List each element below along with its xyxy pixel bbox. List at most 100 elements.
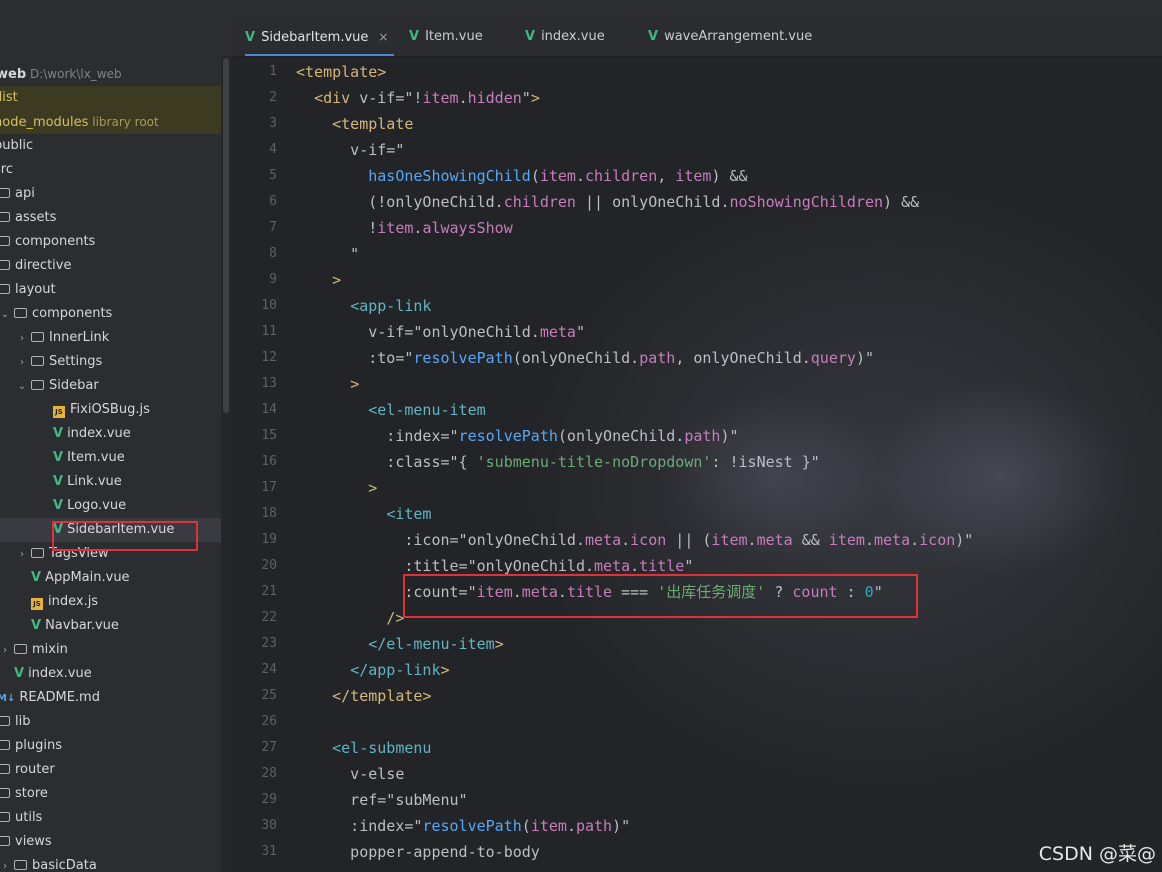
tree-item[interactable]: Vindex.vue — [0, 422, 221, 446]
js-file-icon: JS — [53, 406, 65, 418]
tree-item[interactable]: V Link.vue — [0, 470, 221, 494]
tree-item[interactable]: lib — [0, 710, 221, 734]
tab-sidebaritem[interactable]: V SidebarItem.vue × — [245, 16, 395, 56]
folder-icon — [0, 836, 10, 846]
tree-item[interactable]: M↓ README.md — [0, 686, 221, 710]
code-line[interactable]: > — [296, 475, 377, 501]
tree-item[interactable]: src — [0, 158, 221, 182]
tree-item[interactable]: assets — [0, 206, 221, 230]
code-line[interactable]: hasOneShowingChild(item.children, item) … — [296, 163, 747, 189]
tree-item-label: Settings — [49, 354, 103, 369]
line-number: 8 — [269, 246, 277, 261]
tree-item[interactable]: layout — [0, 278, 221, 302]
code-line[interactable]: <app-link — [296, 293, 431, 319]
tree-item[interactable]: dist — [0, 86, 221, 110]
tab-wavearrangement[interactable]: VwaveArrangement.vue — [648, 16, 812, 56]
code-line[interactable]: popper-append-to-body — [296, 839, 540, 865]
code-line[interactable]: <div v-if="!item.hidden"> — [296, 85, 540, 111]
tree-item-label: src — [0, 162, 13, 177]
tree-item[interactable]: web D:\work\lx_web — [0, 62, 221, 86]
chevron-right-icon[interactable]: › — [16, 327, 28, 351]
tree-item[interactable]: V Item.vue — [0, 446, 221, 470]
tab-index[interactable]: Vindex.vue — [525, 16, 605, 56]
line-number: 22 — [261, 610, 277, 625]
tree-item[interactable]: plugins — [0, 734, 221, 758]
tab-item[interactable]: V Item.vue — [409, 16, 483, 56]
code-line[interactable]: </template> — [296, 683, 431, 709]
tree-item-label: directive — [15, 258, 72, 273]
tree-item[interactable]: Vindex.vue — [0, 662, 221, 686]
tree-item[interactable]: ⌄ Sidebar — [0, 374, 221, 398]
tree-item-label: router — [15, 762, 55, 777]
tree-item[interactable]: views — [0, 830, 221, 854]
code-line[interactable]: :to="resolvePath(onlyOneChild.path, only… — [296, 345, 874, 371]
code-line[interactable]: !item.alwaysShow — [296, 215, 513, 241]
code-line[interactable]: </el-menu-item> — [296, 631, 503, 657]
tree-item[interactable]: store — [0, 782, 221, 806]
tree-item[interactable]: router — [0, 758, 221, 782]
tree-item-hint: library root — [88, 115, 159, 129]
code-line[interactable]: > — [296, 371, 359, 397]
tree-item[interactable]: components — [0, 230, 221, 254]
code-line[interactable]: <template — [296, 111, 413, 137]
tree-item[interactable]: JS index.js — [0, 590, 221, 614]
tree-item[interactable]: directive — [0, 254, 221, 278]
code-editor[interactable]: 1 2 3 4 5 6 7 8 9 10 11 12 13 14 15 16 17 18 19 20 21 22 23 24 2… — [233, 57, 1162, 872]
tree-item[interactable]: ⌄ components — [0, 302, 221, 326]
tab-label: Item.vue — [425, 29, 483, 44]
chevron-right-icon[interactable]: › — [0, 855, 11, 872]
line-number: 31 — [261, 844, 277, 859]
code-line[interactable]: </app-link> — [296, 657, 449, 683]
tree-item[interactable]: › InnerLink — [0, 326, 221, 350]
tree-item-hint: D:\work\lx_web — [26, 67, 122, 81]
code-line[interactable]: <template> — [296, 59, 386, 85]
folder-icon — [14, 860, 27, 870]
code-line[interactable]: <item — [296, 501, 431, 527]
vue-file-icon: V — [31, 570, 42, 585]
watermark: CSDN @菜@ — [1038, 843, 1156, 865]
tree-item-label: index.vue — [28, 666, 92, 681]
code-line[interactable]: v-if=" — [296, 137, 404, 163]
tree-item[interactable]: V AppMain.vue — [0, 566, 221, 590]
tree-item[interactable]: utils — [0, 806, 221, 830]
tree-item[interactable]: api — [0, 182, 221, 206]
tree-item-label: InnerLink — [49, 330, 110, 345]
line-number: 1 — [269, 64, 277, 79]
code-line[interactable]: (!onlyOneChild.children || onlyOneChild.… — [296, 189, 919, 215]
chevron-down-icon[interactable]: ⌄ — [16, 375, 28, 399]
code-line[interactable]: :index="resolvePath(item.path)" — [296, 813, 630, 839]
code-line[interactable]: /> — [296, 605, 404, 631]
chevron-right-icon[interactable]: › — [16, 351, 28, 375]
code-line[interactable]: v-if="onlyOneChild.meta" — [296, 319, 585, 345]
tree-item[interactable]: V Logo.vue — [0, 494, 221, 518]
close-icon[interactable]: × — [378, 30, 388, 44]
tree-item[interactable]: node_modules library root — [0, 110, 221, 134]
tree-item[interactable]: › Settings — [0, 350, 221, 374]
tree-item[interactable]: V Navbar.vue — [0, 614, 221, 638]
code-line[interactable]: v-else — [296, 761, 404, 787]
code-line[interactable]: :icon="onlyOneChild.meta.icon || (item.m… — [296, 527, 973, 553]
folder-icon — [31, 548, 44, 558]
code-line[interactable]: ref="subMenu" — [296, 787, 467, 813]
vue-file-icon: V — [648, 29, 659, 44]
code-line[interactable]: <el-menu-item — [296, 397, 485, 423]
chevron-right-icon[interactable]: › — [0, 639, 11, 663]
tree-item-label: utils — [15, 810, 43, 825]
code-line[interactable]: " — [296, 241, 359, 267]
line-number: 9 — [269, 272, 277, 287]
code-line[interactable]: > — [296, 267, 341, 293]
tree-item[interactable]: public — [0, 134, 221, 158]
code-line[interactable]: <el-submenu — [296, 735, 431, 761]
chevron-down-icon[interactable]: ⌄ — [0, 303, 11, 327]
tree-item[interactable]: › mixin — [0, 638, 221, 662]
code-line[interactable]: :class="{ 'submenu-title-noDropdown': !i… — [296, 449, 820, 475]
tree-item[interactable]: JS FixiOSBug.js — [0, 398, 221, 422]
tree-scrollbar[interactable] — [223, 58, 229, 413]
folder-icon — [14, 644, 27, 654]
chevron-right-icon[interactable]: › — [16, 543, 28, 567]
tree-item-label: assets — [15, 210, 57, 225]
folder-icon — [14, 308, 27, 318]
tree-item-label: store — [15, 786, 48, 801]
code-line[interactable]: :index="resolvePath(onlyOneChild.path)" — [296, 423, 738, 449]
tree-item[interactable]: › basicData — [0, 854, 221, 872]
